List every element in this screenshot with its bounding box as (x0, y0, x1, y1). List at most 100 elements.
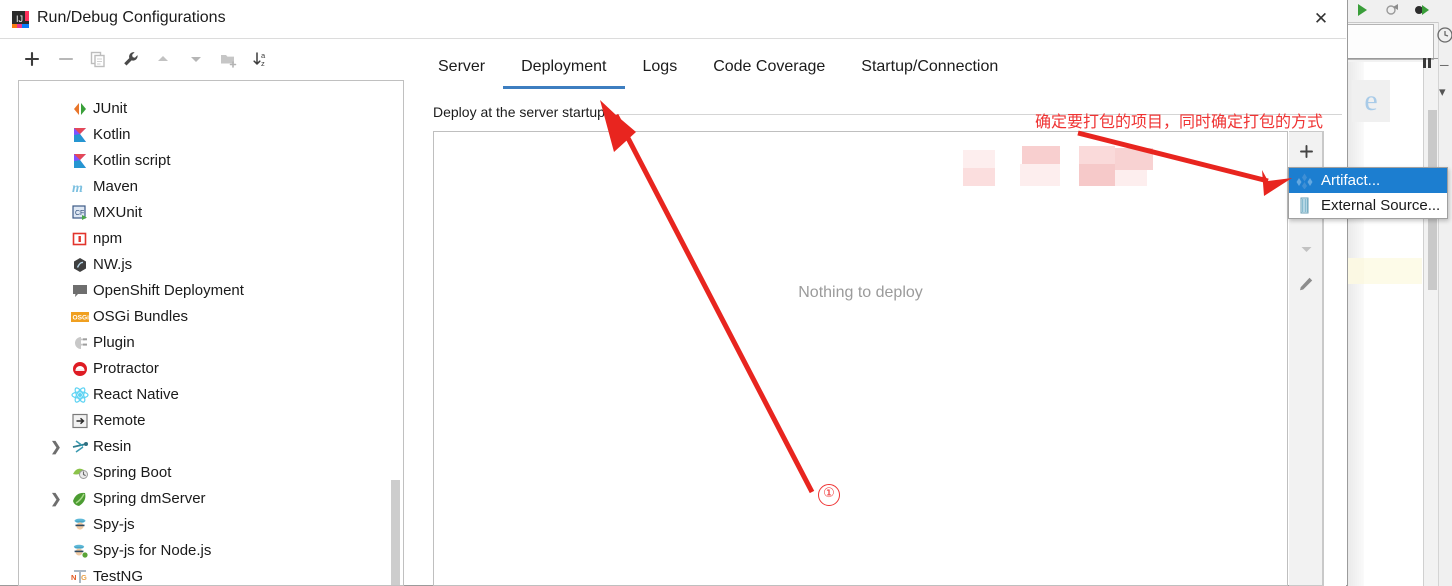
tree-item-label: npm (93, 230, 123, 247)
chevron-right-icon[interactable]: ❯ (49, 434, 63, 460)
protractor-icon (71, 360, 89, 378)
tree-item-spy-js[interactable]: Spy-js (19, 512, 403, 538)
tree-item-label: NW.js (93, 256, 133, 273)
tree-item-junit[interactable]: JUnit (19, 96, 403, 122)
tree-scrollbar[interactable] (390, 82, 402, 585)
spy-js-icon (71, 516, 89, 534)
close-button[interactable]: ✕ (1298, 2, 1344, 36)
svg-text:N: N (71, 573, 76, 582)
background-highlight-band-inner (1364, 258, 1422, 284)
minimize-icon[interactable]: ─ (1440, 58, 1449, 72)
tab-label: Deployment (521, 58, 607, 75)
copy-configuration-button[interactable] (85, 46, 111, 72)
tabs-underline (420, 90, 1346, 91)
tab-code-coverage[interactable]: Code Coverage (695, 48, 843, 89)
menu-item-external-source-[interactable]: External Source... (1289, 193, 1447, 218)
tree-item-maven[interactable]: m Maven (19, 174, 403, 200)
tree-item-partial[interactable] (19, 81, 403, 96)
tree-item-spring-boot[interactable]: Spring Boot (19, 460, 403, 486)
svg-text:m: m (72, 181, 83, 196)
tab-label: Startup/Connection (861, 58, 999, 75)
tree-item-mxunit[interactable]: CF MXUnit (19, 200, 403, 226)
chevron-down-icon[interactable]: ▾ (1439, 84, 1446, 100)
spring-boot-icon (71, 464, 89, 482)
clock-icon[interactable] (1436, 26, 1452, 44)
tree-item-label: React Native (93, 386, 179, 403)
configurations-toolbar: a z (0, 39, 404, 79)
background-panel (1342, 24, 1434, 60)
tree-item-openshift-deployment[interactable]: OpenShift Deployment (19, 278, 403, 304)
tree-item-label: Plugin (93, 334, 135, 351)
tab-label: Logs (642, 58, 678, 75)
menu-item-label: Artifact... (1321, 172, 1381, 189)
tab-server[interactable]: Server (420, 48, 503, 89)
move-down-artifact-button[interactable] (1293, 236, 1319, 262)
remove-configuration-button[interactable] (53, 46, 79, 72)
tree-item-remote[interactable]: Remote (19, 408, 403, 434)
junit-icon (71, 100, 89, 118)
empty-state-message: Nothing to deploy (798, 284, 923, 301)
tree-item-spy-js-for-node-js[interactable]: Spy-js for Node.js (19, 538, 403, 564)
tree-item-testng[interactable]: N G TestNG (19, 564, 403, 585)
tree-item-npm[interactable]: npm (19, 226, 403, 252)
tree-item-label: OpenShift Deployment (93, 282, 244, 299)
tree-item-label: Spy-js for Node.js (93, 542, 212, 559)
tab-logs[interactable]: Logs (625, 48, 696, 89)
tab-label: Code Coverage (713, 58, 826, 75)
tree-item-osgi-bundles[interactable]: OSGi OSGi Bundles (19, 304, 403, 330)
dialog-title: Run/Debug Configurations (37, 9, 226, 26)
tree-item-kotlin[interactable]: Kotlin (19, 122, 403, 148)
react-native-icon (71, 386, 89, 404)
tree-item-spring-dmserver[interactable]: ❯ Spring dmServer (19, 486, 403, 512)
annotation-note: 确定要打包的项目，同时确定打包的方式 (1035, 112, 1324, 131)
edit-templates-button[interactable] (118, 46, 144, 72)
chevron-right-icon[interactable]: ❯ (49, 486, 63, 512)
tree-item-kotlin-script[interactable]: Kotlin script (19, 148, 403, 174)
tree-item-resin[interactable]: ❯ Resin (19, 434, 403, 460)
add-deployment-context-menu[interactable]: Artifact... External Source... (1288, 167, 1448, 219)
tree-item-label: Remote (93, 412, 146, 429)
create-folder-button[interactable] (215, 46, 241, 72)
tree-item-protractor[interactable]: Protractor (19, 356, 403, 382)
tree-item-plugin[interactable]: Plugin (19, 330, 403, 356)
tree-item-label: TestNG (93, 568, 144, 585)
redacted-block (1115, 170, 1147, 186)
tab-startup-connection[interactable]: Startup/Connection (843, 48, 1016, 89)
tree-item-label: JUnit (93, 100, 128, 117)
add-artifact-button[interactable] (1293, 138, 1319, 164)
debug-icon[interactable] (1384, 2, 1400, 18)
tree-item-react-native[interactable]: React Native (19, 382, 403, 408)
deploy-artifacts-list[interactable]: Nothing to deploy (433, 131, 1288, 586)
add-configuration-button[interactable] (19, 46, 45, 72)
move-down-button[interactable] (183, 46, 209, 72)
background-ide-window: e ─ ▾ (1340, 0, 1452, 586)
background-run-toolbar (1340, 0, 1452, 23)
maven-icon: m (71, 178, 89, 196)
settings-tabs[interactable]: Server Deployment Logs Code Coverage Startup… (420, 48, 1346, 89)
sort-configurations-button[interactable]: a z (248, 46, 274, 72)
redacted-block (1115, 148, 1153, 170)
spring-dmserver-icon (71, 490, 89, 508)
pause-icon[interactable] (1420, 56, 1434, 70)
configurations-tree[interactable]: JUnit Kotlin Kotlin script m Maven CF MXUnit np… (18, 80, 404, 586)
tree-item-label: Kotlin (93, 126, 131, 143)
tree-item-nw-js[interactable]: NW.js (19, 252, 403, 278)
tab-label: Server (438, 58, 486, 75)
run-icon[interactable] (1354, 2, 1370, 18)
run-with-coverage-icon[interactable] (1414, 2, 1430, 18)
move-up-button[interactable] (150, 46, 176, 72)
resin-icon (71, 438, 89, 456)
tab-deployment[interactable]: Deployment (503, 48, 625, 89)
svg-text:OSGi: OSGi (73, 315, 90, 322)
tree-item-label: Spy-js (93, 516, 135, 533)
tree-scrollbar-thumb[interactable] (391, 480, 400, 585)
intellij-idea-icon: IJ (12, 11, 29, 28)
edit-artifact-button[interactable] (1293, 271, 1319, 297)
kotlin-icon (71, 126, 89, 144)
mxunit-icon: CF (71, 204, 89, 222)
external-source-icon (1296, 197, 1313, 214)
menu-item-artifact-[interactable]: Artifact... (1289, 168, 1447, 193)
tree-item-label: Spring dmServer (93, 490, 206, 507)
svg-text:G: G (81, 573, 87, 582)
tree-item-label: OSGi Bundles (93, 308, 189, 325)
